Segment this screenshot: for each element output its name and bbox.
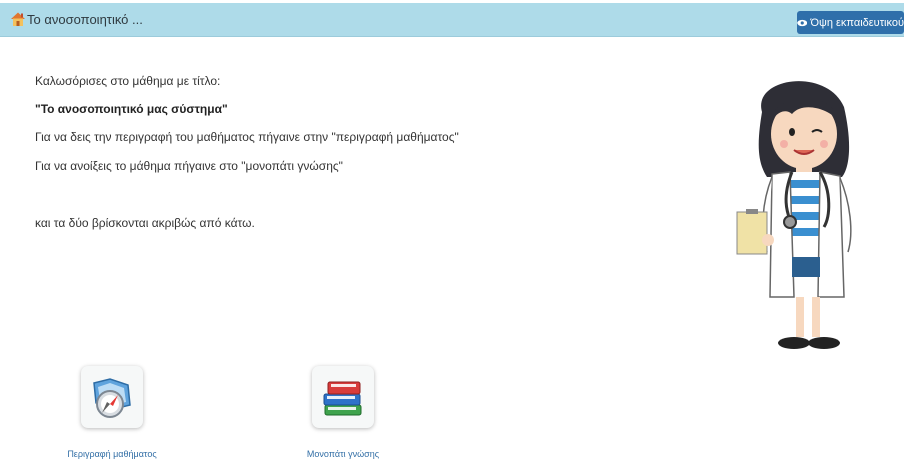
teacher-view-button[interactable]: Όψη εκπαιδευτικού <box>797 11 904 34</box>
top-bar: Το ανοσοποιητικό ... Όψη εκπαιδευτικού <box>0 3 904 37</box>
teacher-view-button-label: Όψη εκπαιδευτικού <box>810 16 904 29</box>
eye-icon <box>797 19 808 26</box>
course-description-link[interactable]: Περιγραφή μαθήματος <box>52 449 172 459</box>
knowledge-path-tile[interactable] <box>312 366 374 428</box>
location-note: και τα δύο βρίσκονται ακριβώς από κάτω. <box>35 216 255 230</box>
path-instruction: Για να ανοίξεις το μάθημα πήγαινε στο "μ… <box>35 159 343 173</box>
course-title-text: "Το ανοσοποιητικό μας σύστημα" <box>35 102 228 116</box>
description-instruction: Για να δεις την περιγραφή του μαθήματος … <box>35 130 459 144</box>
welcome-text: Καλωσόρισες στο μάθημα με τίτλο: <box>35 74 221 88</box>
knowledge-path-link[interactable]: Μονοπάτι γνώσης <box>283 449 403 459</box>
books-icon <box>323 381 362 416</box>
compass-map-icon <box>93 378 131 418</box>
doctor-illustration <box>736 81 852 349</box>
home-icon[interactable] <box>10 11 26 27</box>
course-description-tile[interactable] <box>81 366 143 428</box>
course-breadcrumb-title[interactable]: Το ανοσοποιητικό ... <box>27 12 143 27</box>
